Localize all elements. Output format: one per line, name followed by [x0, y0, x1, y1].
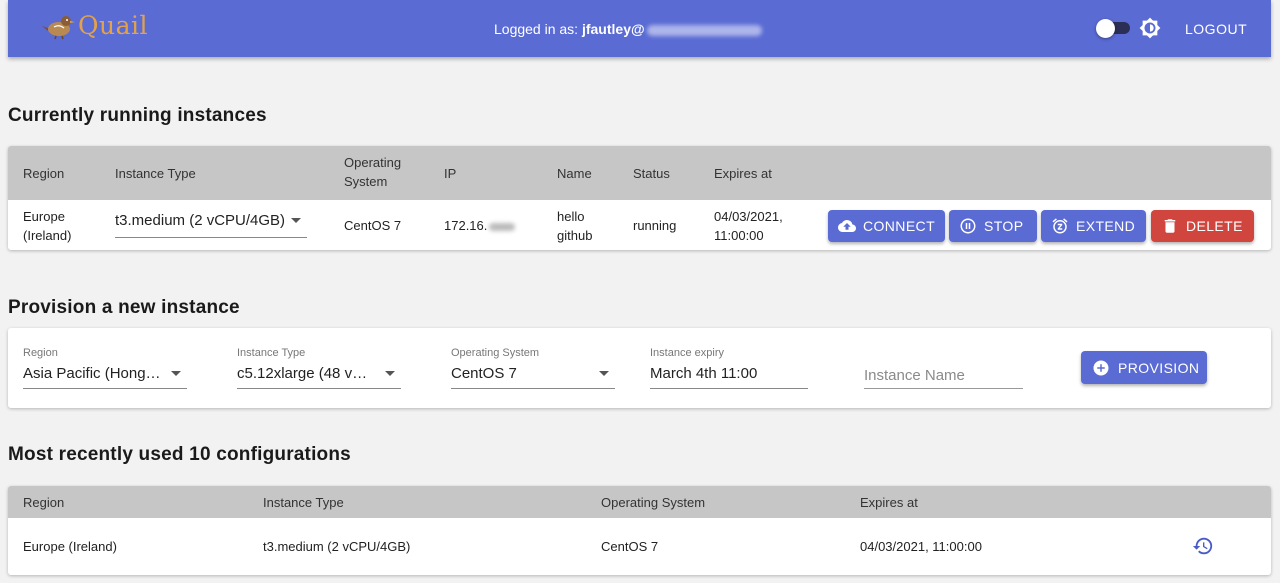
col-operating-system: Operating System	[344, 155, 402, 189]
os-label: Operating System	[451, 347, 540, 359]
connect-label: CONNECT	[863, 218, 936, 234]
col-instance-type: Instance Type	[263, 495, 344, 510]
region-label: Region	[23, 347, 58, 359]
ip-prefix: 172.16.	[444, 218, 488, 233]
running-instances-heading: Currently running instances	[8, 105, 267, 126]
logout-button[interactable]: LOGOUT	[1185, 21, 1247, 37]
row-status: running	[633, 218, 677, 233]
instance-type-value: t3.medium (2 vCPU/4GB)	[115, 212, 286, 229]
history-icon[interactable]	[1192, 535, 1214, 557]
chevron-down-icon	[171, 371, 181, 376]
expiry-field[interactable]: March 4th 11:00	[650, 360, 808, 389]
chevron-down-icon	[599, 371, 609, 376]
chevron-down-icon	[385, 371, 395, 376]
expiry-label: Instance expiry	[650, 347, 724, 359]
app-bar: Quail Logged in as: jfautley@ LOGOUT	[8, 0, 1271, 57]
row-os: CentOS 7	[344, 218, 402, 233]
row-region: Europe (Ireland)	[23, 209, 72, 243]
os-select[interactable]: CentOS 7	[451, 360, 615, 389]
provision-form: Region Asia Pacific (Hong… Instance Type…	[8, 328, 1271, 408]
row-name: hello github	[557, 209, 593, 243]
col-expires-at: Expires at	[714, 166, 772, 181]
recent-configs-table: Region Instance Type Operating System Ex…	[8, 486, 1271, 575]
col-name: Name	[557, 166, 592, 181]
extend-button[interactable]: EXTEND	[1041, 210, 1146, 242]
chevron-down-icon	[291, 218, 301, 223]
brightness-icon[interactable]	[1139, 17, 1161, 39]
redacted-ip	[489, 222, 516, 231]
trash-icon	[1164, 219, 1176, 233]
row-os: CentOS 7	[601, 539, 659, 554]
expiry-value: March 4th 11:00	[650, 365, 758, 382]
pause-circle-icon	[960, 218, 976, 234]
instance-name-placeholder: Instance Name	[864, 367, 965, 384]
instance-type-label: Instance Type	[237, 347, 306, 359]
row-instance-type: t3.medium (2 vCPU/4GB)	[263, 539, 411, 554]
col-status: Status	[633, 166, 670, 181]
logged-in-status: Logged in as: jfautley@	[494, 21, 762, 37]
cloud-upload-icon	[838, 220, 856, 232]
col-expires-at: Expires at	[860, 495, 918, 510]
col-instance-type: Instance Type	[115, 166, 196, 181]
row-ip: 172.16.	[444, 216, 516, 235]
stop-button[interactable]: STOP	[949, 210, 1037, 242]
add-circle-icon	[1093, 360, 1109, 375]
theme-toggle-switch[interactable]	[1096, 19, 1130, 38]
provision-button[interactable]: PROVISION	[1081, 351, 1207, 384]
col-region: Region	[23, 495, 65, 510]
running-table-header: Region Instance Type Operating System IP…	[8, 146, 1271, 200]
running-instances-table: Region Instance Type Operating System IP…	[8, 146, 1271, 250]
delete-button[interactable]: DELETE	[1151, 210, 1254, 242]
instance-type-select[interactable]: t3.medium (2 vCPU/4GB)	[115, 207, 307, 238]
recent-table-header: Region Instance Type Operating System Ex…	[8, 486, 1271, 518]
app-name: Quail	[78, 10, 148, 40]
recent-configs-heading: Most recently used 10 configurations	[8, 444, 351, 465]
row-region: Europe (Ireland)	[23, 539, 117, 554]
provision-label: PROVISION	[1118, 359, 1200, 376]
os-value: CentOS 7	[451, 365, 517, 382]
instance-type-value: c5.12xlarge (48 v…	[237, 365, 368, 382]
stop-label: STOP	[984, 218, 1024, 234]
delete-label: DELETE	[1186, 218, 1243, 234]
login-user: jfautley@	[581, 21, 645, 37]
col-operating-system: Operating System	[601, 495, 706, 510]
instance-name-field[interactable]: Instance Name	[864, 360, 1023, 389]
redacted-domain	[646, 24, 762, 36]
region-value: Asia Pacific (Hong…	[23, 365, 161, 382]
snooze-icon	[1052, 218, 1068, 234]
col-region: Region	[23, 166, 65, 181]
extend-label: EXTEND	[1076, 218, 1136, 234]
col-ip: IP	[444, 166, 457, 181]
instance-type-select[interactable]: c5.12xlarge (48 v…	[237, 360, 401, 389]
row-expires: 04/03/2021, 11:00:00	[860, 539, 982, 554]
connect-button[interactable]: CONNECT	[828, 210, 945, 242]
login-prefix: Logged in as:	[494, 21, 582, 37]
provision-heading: Provision a new instance	[8, 297, 240, 318]
toggle-thumb	[1096, 19, 1115, 38]
quail-logo-icon	[42, 16, 75, 40]
app-logo[interactable]: Quail	[42, 10, 148, 40]
row-expires: 04/03/2021, 11:00:00	[714, 209, 783, 243]
region-select[interactable]: Asia Pacific (Hong…	[23, 360, 187, 389]
